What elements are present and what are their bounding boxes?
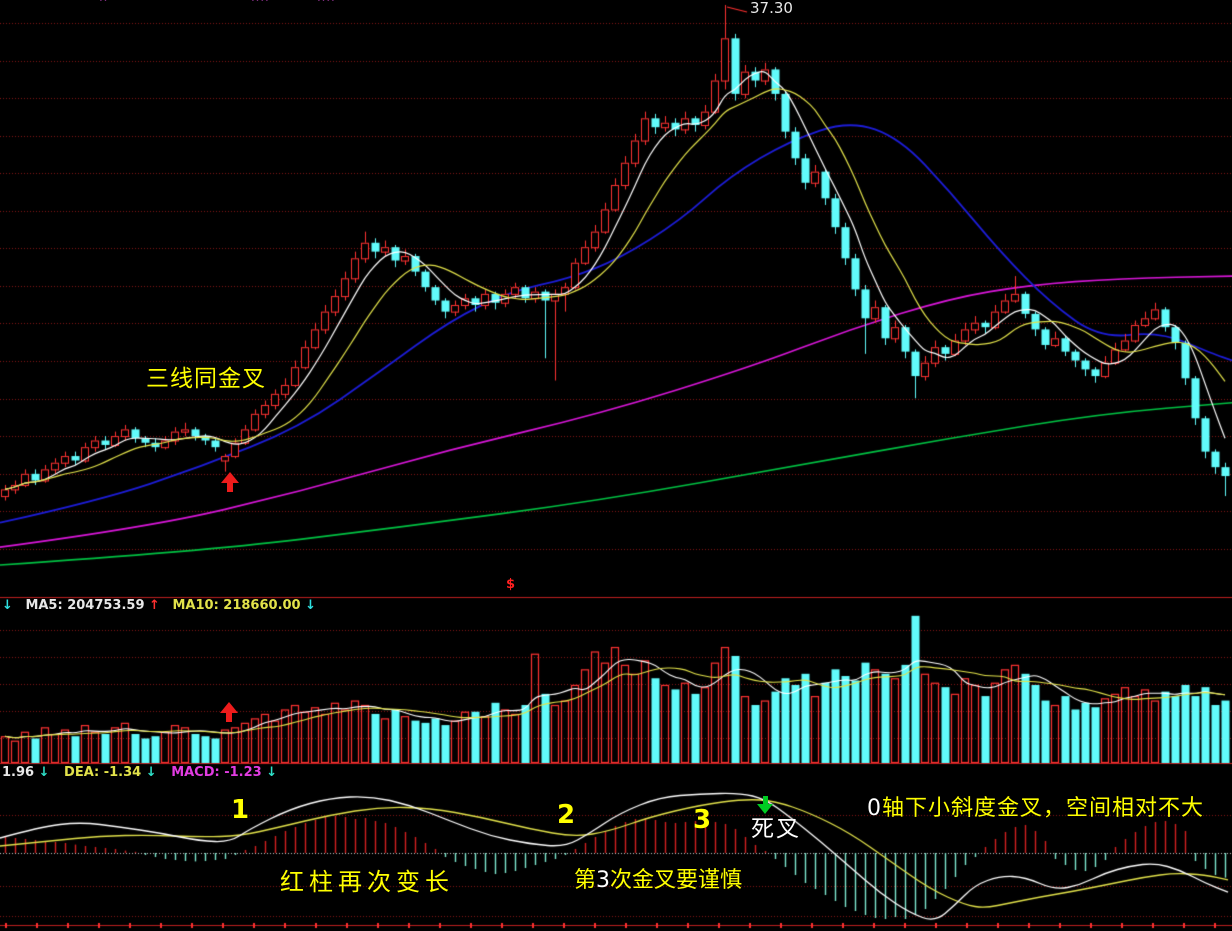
volume-ma10-value: MA10: 218660.00 [172, 598, 300, 613]
third-note-number: 3 [596, 868, 610, 893]
buy-signal-up-arrow-icon [221, 472, 239, 492]
top-marker-icon: ^ [99, 0, 108, 8]
stock-chart-window: ^ ^^ ^^ 37.30 三线同金叉 $ ↓ MA5: 204753.59 ↑… [0, 0, 1232, 931]
macd-down-arrow-icon: ↓ [266, 765, 277, 780]
price-peak-label: 37.30 [750, 1, 793, 16]
macd-value: MACD: -1.23 [171, 765, 262, 780]
zero-axis-golden-cross-note: 0轴下小斜度金叉，空间相对不大 [867, 798, 1204, 820]
red-bars-lengthen-note: 红柱再次变长 [280, 870, 454, 894]
golden-cross-number-3: 3 [693, 807, 711, 833]
arrow-stem [227, 483, 233, 492]
third-note-rest: 次金叉要谨慎 [610, 868, 742, 893]
volume-up-arrow-icon [220, 702, 238, 722]
ma10-down-arrow-icon: ↓ [305, 598, 316, 613]
dea-down-arrow-icon: ↓ [146, 765, 157, 780]
dividend-marker-icon: $ [506, 578, 515, 591]
chart-canvas[interactable] [0, 0, 1232, 931]
golden-cross-number-1: 1 [231, 797, 249, 823]
dif-value: 1.96 [2, 765, 34, 780]
third-golden-cross-caution-note: 第3次金叉要谨慎 [574, 870, 742, 892]
arrow-head [221, 472, 239, 483]
dea-value: DEA: -1.34 [64, 765, 141, 780]
ma5-up-arrow-icon: ↑ [149, 598, 160, 613]
arrow-head [220, 702, 238, 713]
three-line-golden-cross-note: 三线同金叉 [146, 368, 266, 391]
third-note-pre: 第 [574, 868, 596, 893]
zero-axis-text: 轴下小斜度金叉，空间相对不大 [882, 796, 1204, 821]
dif-down-arrow-icon: ↓ [39, 765, 50, 780]
arrow-stem [763, 796, 768, 804]
volume-ma5-value: MA5: 204753.59 [25, 598, 144, 613]
top-marker-icon: ^^ [251, 0, 270, 8]
top-marker-icon: ^^ [317, 0, 336, 8]
death-cross-note: 死叉 [751, 818, 801, 841]
golden-cross-number-2: 2 [557, 802, 575, 828]
arrow-stem [226, 713, 232, 722]
arrow-head [757, 804, 773, 814]
panel-down-arrow-icon: ↓ [2, 598, 13, 613]
volume-ma-header: ↓ MA5: 204753.59 ↑ MA10: 218660.00 ↓ [2, 599, 316, 612]
zero-axis-number: 0 [867, 796, 882, 821]
death-cross-down-arrow-icon [757, 796, 773, 814]
macd-header: 1.96 ↓ DEA: -1.34 ↓ MACD: -1.23 ↓ [2, 766, 277, 779]
